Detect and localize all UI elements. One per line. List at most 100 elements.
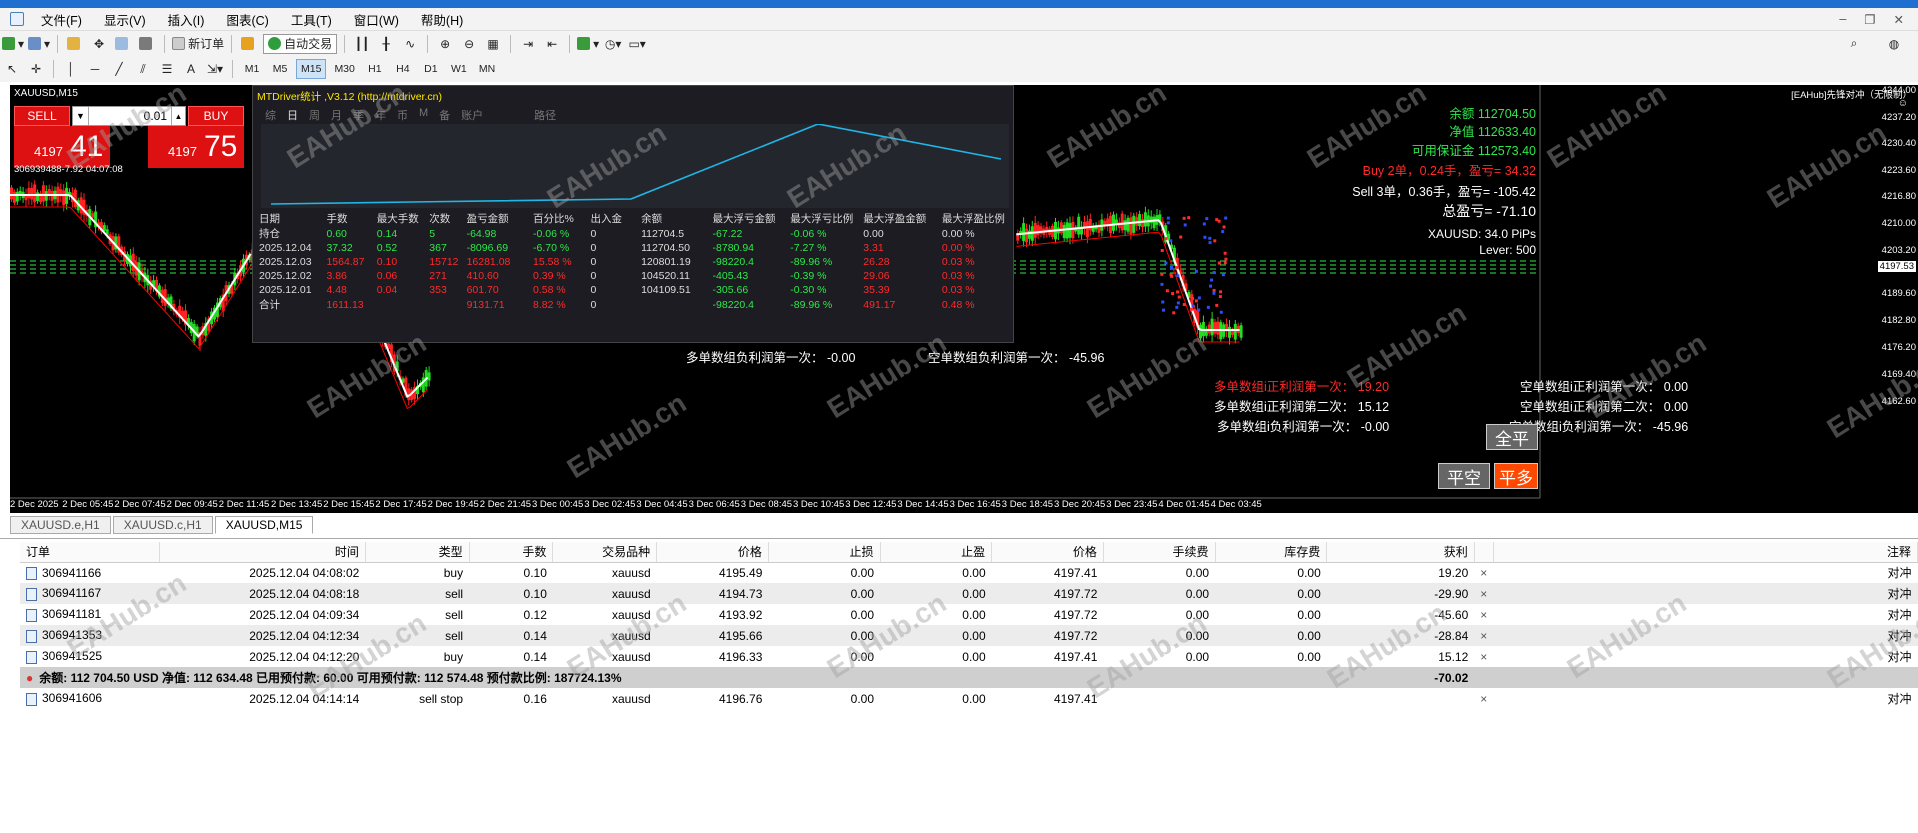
mtd-tab[interactable]: 账户 (461, 107, 483, 123)
mtd-tab[interactable]: 币 (397, 107, 408, 123)
bar-chart-icon[interactable]: ┃┃ (352, 34, 372, 54)
terminal-icon[interactable] (137, 34, 157, 54)
fibonacci-icon[interactable]: ☰ (157, 59, 177, 79)
tf-m5[interactable]: M5 (268, 59, 292, 79)
mtd-tab[interactable]: 备 (439, 107, 450, 123)
search-icon[interactable]: ⌕ (1844, 34, 1864, 54)
menu-charts[interactable]: 图表(C) (215, 10, 279, 29)
menu-tools[interactable]: 工具(T) (280, 10, 343, 29)
order-row[interactable]: 306941353 2025.12.04 04:12:34 sell 0.14 xauu… (20, 625, 1918, 646)
autoscroll-icon[interactable]: ⇤ (542, 34, 562, 54)
chart-tab-xauusd-c-h1[interactable]: XAUUSD.c,H1 (112, 516, 213, 534)
autotrade-button[interactable]: 自动交易 (263, 33, 338, 54)
crosshair-icon[interactable]: ✛ (26, 59, 46, 79)
channel-icon[interactable]: ⫽ (133, 59, 153, 79)
terminal-header-cell[interactable]: 订单 (20, 542, 161, 563)
close-order-icon[interactable]: × (1474, 646, 1493, 667)
close-all-button[interactable]: 全平 (1486, 424, 1538, 450)
chart-tab-xauusd-m15[interactable]: XAUUSD,M15 (214, 516, 314, 534)
terminal-header-cell[interactable]: 注释 (1493, 542, 1918, 563)
tf-m30[interactable]: M30 (330, 59, 358, 79)
terminal-header-cell[interactable]: 手续费 (1103, 542, 1216, 563)
new-chart-icon[interactable]: ▾ (2, 34, 24, 54)
crosshair-nav-icon[interactable]: ✥ (89, 34, 109, 54)
tf-h4[interactable]: H4 (391, 59, 415, 79)
close-order-icon[interactable]: × (1474, 583, 1494, 604)
buy-button[interactable]: BUY (188, 106, 244, 126)
terminal-header-cell[interactable]: 价格 (991, 542, 1104, 563)
periods-icon[interactable]: ◷▾ (603, 34, 623, 54)
close-short-button[interactable]: 平空 (1438, 463, 1490, 489)
chart-shift-icon[interactable]: ⇥ (518, 34, 538, 54)
menu-file[interactable]: 文件(F) (30, 10, 93, 29)
close-order-icon[interactable]: × (1474, 625, 1494, 646)
terminal-header-cell[interactable]: 时间 (159, 542, 366, 563)
minimize-icon[interactable]: – (1839, 12, 1846, 27)
terminal-header-cell[interactable]: 手数 (469, 542, 554, 563)
close-order-icon[interactable]: × (1474, 604, 1493, 625)
terminal-header-cell[interactable]: 获利 (1326, 542, 1475, 563)
terminal-header-cell[interactable]: 类型 (365, 542, 470, 563)
order-row[interactable]: 306941166 2025.12.04 04:08:02 buy 0.10 xauus… (20, 562, 1918, 583)
profiles-icon[interactable]: ▾ (28, 34, 50, 54)
new-order-button[interactable]: 新订单 (172, 34, 224, 54)
tf-m1[interactable]: M1 (240, 59, 264, 79)
order-row[interactable]: 306941167 2025.12.04 04:08:18 sell 0.10 xauu… (20, 583, 1918, 604)
order-row[interactable]: 306941606 2025.12.04 04:14:14 sell stop 0.1… (20, 688, 1918, 709)
navigator-icon[interactable] (113, 34, 133, 54)
lot-dropdown-icon[interactable]: ▼ (73, 107, 89, 125)
mtd-tab[interactable]: 周 (309, 107, 320, 123)
candle-chart-icon[interactable]: ╂ (376, 34, 396, 54)
market-watch-icon[interactable] (65, 34, 85, 54)
arrows-icon[interactable]: ⇲▾ (205, 59, 225, 79)
mtd-tab[interactable]: M (419, 107, 428, 123)
terminal-header-cell[interactable]: 价格 (656, 542, 769, 563)
terminal-header-cell[interactable]: 库存费 (1215, 542, 1328, 563)
trendline-icon[interactable]: ╱ (109, 59, 129, 79)
close-long-button[interactable]: 平多 (1494, 463, 1538, 489)
restore-icon[interactable]: ❐ (1864, 12, 1875, 27)
tf-h1[interactable]: H1 (363, 59, 387, 79)
zoom-out-icon[interactable]: ⊖ (459, 34, 479, 54)
templates-icon[interactable]: ▭▾ (627, 34, 647, 54)
sell-price-box[interactable]: 4197 41 (14, 126, 110, 168)
mtd-tab[interactable]: 日 (287, 107, 298, 123)
mtd-tab[interactable]: 年 (375, 107, 386, 123)
lot-spinner-icon[interactable]: ▲ (171, 107, 185, 125)
sell-button[interactable]: SELL (14, 106, 70, 126)
lot-size-input[interactable]: ▼ 0.01 ▲ (72, 106, 186, 126)
terminal-header-cell[interactable]: 交易品种 (552, 542, 658, 563)
terminal-header-cell[interactable]: 止损 (768, 542, 881, 563)
settings-icon[interactable]: ☺ (1898, 98, 1908, 109)
close-order-icon[interactable]: × (1474, 688, 1493, 709)
terminal-header-cell[interactable]: 止盈 (880, 542, 993, 563)
tf-d1[interactable]: D1 (419, 59, 443, 79)
menu-help[interactable]: 帮助(H) (410, 10, 474, 29)
text-icon[interactable]: A (181, 59, 201, 79)
horizontal-line-icon[interactable]: ─ (85, 59, 105, 79)
terminal-header-cell[interactable] (1474, 542, 1494, 563)
vertical-line-icon[interactable]: │ (61, 59, 81, 79)
tile-windows-icon[interactable]: ▦ (483, 34, 503, 54)
tf-m15[interactable]: M15 (296, 59, 327, 79)
mtd-tab[interactable]: 季 (353, 107, 364, 123)
close-icon[interactable]: ✕ (1894, 12, 1904, 27)
close-order-icon[interactable]: × (1474, 562, 1493, 583)
mtd-tab[interactable]: 路径 (534, 107, 556, 123)
menu-window[interactable]: 窗口(W) (343, 10, 410, 29)
order-row[interactable]: 306941525 2025.12.04 04:12:20 buy 0.14 xauus… (20, 646, 1918, 667)
chart-window[interactable]: XAUUSD,M15 SELL ▼ 0.01 ▲ BUY 4197 41 419… (10, 85, 1918, 513)
tf-w1[interactable]: W1 (447, 59, 471, 79)
mtd-tab[interactable]: 月 (331, 107, 342, 123)
cursor-icon[interactable]: ↖ (2, 59, 22, 79)
indicators-icon[interactable]: ▾ (577, 34, 599, 54)
tf-mn[interactable]: MN (475, 59, 499, 79)
chart-tab-xauusd-e-h1[interactable]: XAUUSD.e,H1 (10, 516, 111, 534)
community-icon[interactable]: ◍ (1884, 34, 1904, 54)
menu-view[interactable]: 显示(V) (93, 10, 157, 29)
buy-price-box[interactable]: 4197 75 (148, 126, 244, 168)
line-chart-icon[interactable]: ∿ (400, 34, 420, 54)
menu-insert[interactable]: 插入(I) (157, 10, 216, 29)
order-row[interactable]: 306941181 2025.12.04 04:09:34 sell 0.12 xauu… (20, 604, 1918, 625)
metaeditor-icon[interactable] (239, 34, 259, 54)
